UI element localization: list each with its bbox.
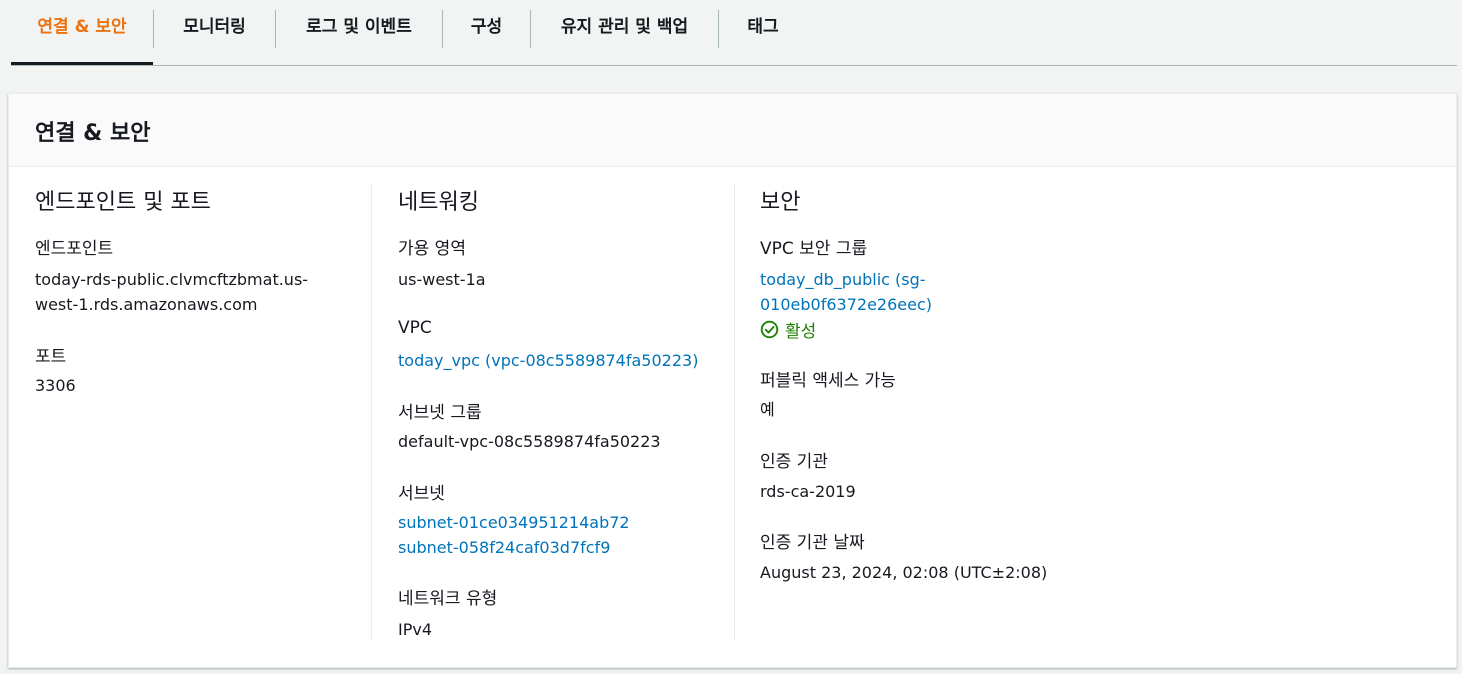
connectivity-security-panel: 연결 & 보안 엔드포인트 및 포트 엔드포인트 today-rds-publi… [8,93,1457,668]
tab-maintenance-backup[interactable]: 유지 관리 및 백업 [531,0,718,65]
vpc-link[interactable]: today_vpc (vpc-08c5589874fa50223) [398,348,698,373]
networking-column: 네트워킹 가용 영역 us-west-1a VPC today_vpc (vpc… [398,167,733,667]
network-type-value: IPv4 [398,620,433,639]
security-group-status: 활성 [760,317,816,342]
tab-bar: 연결 & 보안 모니터링 로그 및 이벤트 구성 유지 관리 및 백업 태그 [0,0,1462,67]
subnets-label: 서브넷 [398,484,445,504]
security-title: 보안 [760,190,801,215]
networking-title: 네트워킹 [398,190,479,215]
endpoint-label: 엔드포인트 [35,239,114,259]
availability-zone-label: 가용 영역 [398,239,466,259]
security-group-link-line1[interactable]: today_db_public (sg- [760,267,926,292]
availability-zone-value: us-west-1a [398,270,486,289]
tab-tags[interactable]: 태그 [719,0,807,65]
subnet-link[interactable]: subnet-058f24caf03d7fcf9 [398,535,610,560]
subnet-group-label: 서브넷 그룹 [398,403,482,423]
certificate-authority-date-value: August 23, 2024, 02:08 (UTC±2:08) [760,563,1048,582]
subnet-group-value: default-vpc-08c5589874fa50223 [398,432,661,451]
tab-bar-border [11,65,1457,66]
endpoint-value-line1: today-rds-public.clvmcftzbmat.us- [35,270,309,289]
port-label: 포트 [35,347,67,367]
port-value: 3306 [35,376,76,395]
network-type-label: 네트워크 유형 [398,589,498,609]
endpoint-port-title: 엔드포인트 및 포트 [35,190,211,215]
check-circle-icon [760,320,779,339]
certificate-authority-label: 인증 기관 [760,452,828,472]
certificate-authority-value: rds-ca-2019 [760,482,856,501]
security-group-label: VPC 보안 그룹 [760,239,868,259]
certificate-authority-date-label: 인증 기관 날짜 [760,533,865,553]
panel-header: 연결 & 보안 [9,94,1456,167]
tab-connectivity-security[interactable]: 연결 & 보안 [11,0,153,65]
tab-configuration[interactable]: 구성 [443,0,530,65]
subnet-link[interactable]: subnet-01ce034951214ab72 [398,510,630,535]
endpoint-port-column: 엔드포인트 및 포트 엔드포인트 today-rds-public.clvmcf… [35,167,371,667]
security-group-link-line2[interactable]: 010eb0f6372e26eec) [760,292,932,317]
public-access-value: 예 [760,400,775,419]
endpoint-value-line2: west-1.rds.amazonaws.com [35,295,258,314]
vpc-label: VPC [398,318,432,338]
security-group-status-text: 활성 [785,322,817,342]
tab-monitoring[interactable]: 모니터링 [154,0,275,65]
panel-title: 연결 & 보안 [35,121,151,146]
public-access-label: 퍼블릭 액세스 가능 [760,371,896,391]
column-divider [371,184,372,641]
tab-logs-events[interactable]: 로그 및 이벤트 [276,0,442,65]
security-column: 보안 VPC 보안 그룹 today_db_public (sg- 010eb0… [760,167,1420,667]
column-divider [734,184,735,641]
